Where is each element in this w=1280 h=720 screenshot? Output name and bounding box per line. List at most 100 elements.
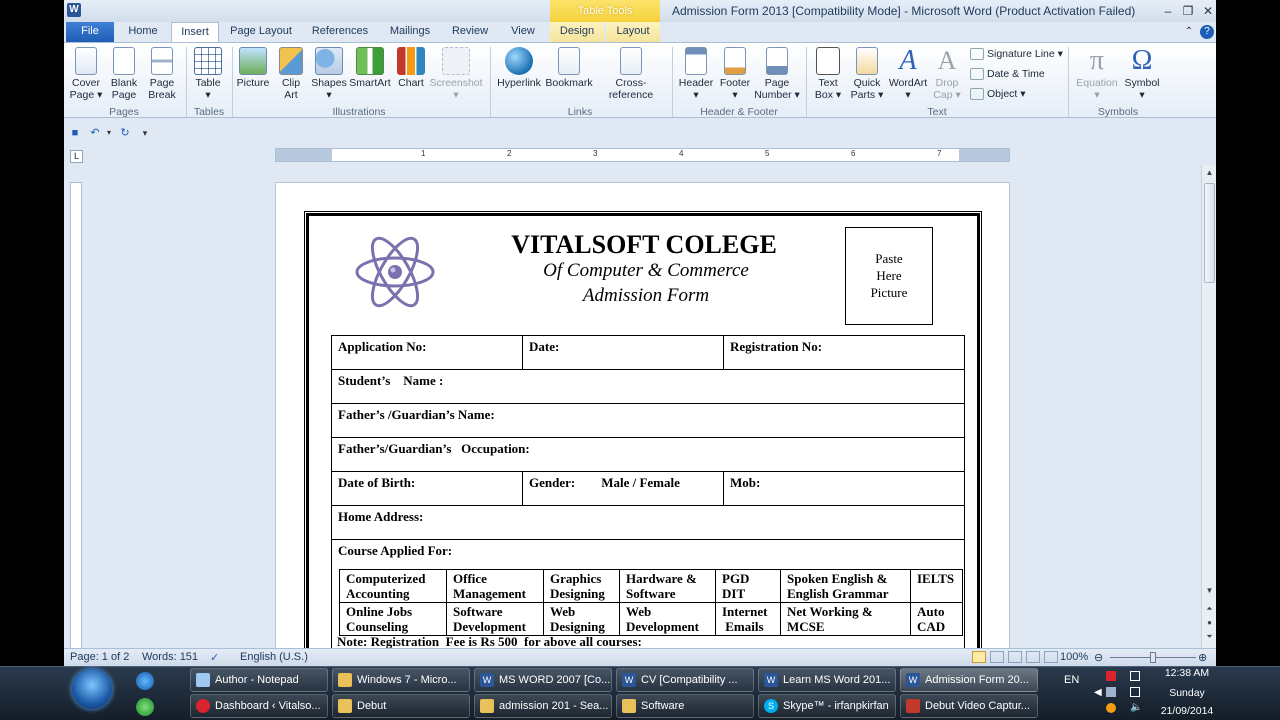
zoom-out-icon[interactable]: ⊖ — [1094, 651, 1103, 664]
dob-field[interactable]: Date of Birth: — [331, 471, 523, 506]
tab-insert[interactable]: Insert — [171, 22, 219, 42]
help-icon[interactable]: ? — [1200, 25, 1214, 39]
cover-page-button[interactable]: Cover Page ▾ — [68, 47, 104, 101]
ribbon-minimize-icon[interactable]: ⌃ — [1182, 25, 1196, 39]
document-page[interactable]: VITALSOFT COLEGE Of Computer & Commerce … — [275, 182, 1010, 662]
taskbar-item[interactable]: Software — [616, 694, 754, 718]
maximize-button[interactable]: ❐ — [1180, 4, 1196, 18]
page-break-button[interactable]: Page Break — [144, 47, 180, 101]
course-cell[interactable]: Online Jobs Counseling — [339, 602, 447, 636]
course-cell[interactable]: Computerized Accounting — [339, 569, 447, 603]
course-cell[interactable]: Web Development — [619, 602, 716, 636]
header-button[interactable]: Header ▾ — [676, 47, 716, 101]
object-button[interactable]: Object ▾ — [970, 88, 1026, 101]
print-layout-view-icon[interactable] — [972, 651, 986, 663]
gender-field[interactable]: Gender: Male / Female — [522, 471, 724, 506]
scroll-down-icon[interactable]: ▼ — [1204, 585, 1215, 597]
tab-layout[interactable]: Layout — [606, 22, 660, 42]
tray-app-icon[interactable] — [1106, 703, 1116, 713]
browse-object-icon[interactable]: ● — [1204, 617, 1215, 629]
tab-references[interactable]: References — [304, 22, 376, 42]
tab-file[interactable]: File — [66, 22, 114, 42]
scroll-up-icon[interactable]: ▲ — [1204, 167, 1215, 179]
tray-device-icon[interactable] — [1106, 687, 1116, 697]
volume-icon[interactable]: 🔈 — [1130, 702, 1142, 713]
shapes-button[interactable]: Shapes ▾ — [310, 47, 348, 101]
page-number-button[interactable]: Page Number ▾ — [754, 47, 800, 101]
application-no-field[interactable]: Application No: — [331, 335, 523, 370]
taskbar-item[interactable]: Dashboard ‹ Vitalso... — [190, 694, 328, 718]
course-cell[interactable]: Spoken English & English Grammar — [780, 569, 911, 603]
word-count[interactable]: Words: 151 — [142, 651, 198, 663]
zoom-slider-thumb[interactable] — [1150, 652, 1156, 663]
minimize-button[interactable]: – — [1160, 4, 1176, 18]
vertical-ruler[interactable] — [70, 182, 82, 650]
student-name-field[interactable]: Student’s Name : — [331, 369, 965, 404]
quick-parts-button[interactable]: Quick Parts ▾ — [848, 47, 886, 101]
redo-icon[interactable]: ↻ — [118, 126, 132, 140]
scroll-thumb[interactable] — [1204, 183, 1215, 283]
next-page-icon[interactable]: ⏷ — [1204, 631, 1215, 643]
network-icon[interactable] — [1130, 687, 1140, 697]
course-cell[interactable]: Web Designing — [543, 602, 620, 636]
undo-dropdown-icon[interactable]: ▾ — [102, 126, 116, 140]
drop-cap-button[interactable]: A Drop Cap ▾ — [930, 47, 964, 102]
internet-explorer-icon[interactable] — [136, 672, 154, 690]
course-cell[interactable]: PGD DIT — [715, 569, 781, 603]
home-address-field[interactable]: Home Address: — [331, 505, 965, 540]
mob-field[interactable]: Mob: — [723, 471, 965, 506]
tab-design[interactable]: Design — [550, 22, 604, 42]
taskbar-item[interactable]: Author - Notepad — [190, 668, 328, 692]
smartart-button[interactable]: SmartArt — [348, 47, 392, 89]
taskbar-item[interactable]: Debut — [332, 694, 470, 718]
proofing-icon[interactable]: ✓ — [210, 651, 219, 664]
taskbar-item[interactable]: admission 201 - Sea... — [474, 694, 612, 718]
taskbar-item[interactable]: W CV [Compatibility ... — [616, 668, 754, 692]
previous-page-icon[interactable]: ⏶ — [1204, 603, 1215, 615]
course-cell[interactable]: Graphics Designing — [543, 569, 620, 603]
bookmark-button[interactable]: Bookmark — [544, 47, 594, 89]
zoom-level[interactable]: 100% — [1060, 651, 1088, 663]
close-button[interactable]: ✕ — [1200, 4, 1216, 18]
web-layout-view-icon[interactable] — [1008, 651, 1022, 663]
course-cell[interactable]: Net Working & MCSE — [780, 602, 911, 636]
table-button[interactable]: Table ▾ — [190, 47, 226, 101]
tab-home[interactable]: Home — [118, 22, 168, 42]
taskbar-item[interactable]: S Skype™ - irfanpkirfan — [758, 694, 896, 718]
action-center-icon[interactable] — [1130, 671, 1140, 681]
chart-button[interactable]: Chart — [394, 47, 428, 89]
tab-review[interactable]: Review — [444, 22, 496, 42]
equation-button[interactable]: π Equation ▾ — [1072, 47, 1122, 102]
horizontal-ruler[interactable]: 1 2 3 4 5 6 7 — [275, 148, 1010, 162]
vertical-scrollbar[interactable]: ▲ ▼ ⏶ ● ⏷ — [1201, 165, 1216, 650]
tab-view[interactable]: View — [502, 22, 544, 42]
text-box-button[interactable]: Text Box ▾ — [810, 47, 846, 101]
course-cell[interactable]: IELTS — [910, 569, 963, 603]
hyperlink-button[interactable]: Hyperlink — [494, 47, 544, 89]
clip-art-button[interactable]: Clip Art — [274, 47, 308, 101]
date-time-button[interactable]: Date & Time — [970, 68, 1045, 81]
start-button[interactable] — [72, 669, 112, 709]
customize-qat-icon[interactable]: ▾ — [138, 126, 152, 140]
word-app-icon[interactable]: W — [67, 3, 81, 17]
tab-page-layout[interactable]: Page Layout — [224, 22, 298, 42]
undo-icon[interactable]: ↶ — [88, 126, 102, 140]
zoom-in-icon[interactable]: ⊕ — [1198, 651, 1207, 664]
course-cell[interactable]: Software Development — [446, 602, 544, 636]
tray-app-icon[interactable] — [1106, 671, 1116, 681]
language-indicator[interactable]: English (U.S.) — [240, 651, 308, 663]
clock-day[interactable]: Sunday — [1152, 687, 1222, 699]
clock-date[interactable]: 21/09/2014 — [1152, 705, 1222, 717]
taskbar-item[interactable]: W MS WORD 2007 [Co... — [474, 668, 612, 692]
taskbar-item[interactable]: W Learn MS Word 201... — [758, 668, 896, 692]
course-cell[interactable]: Auto CAD — [910, 602, 963, 636]
taskbar-item-active[interactable]: W Admission Form 20... — [900, 668, 1038, 692]
father-occupation-field[interactable]: Father’s/Guardian’s Occupation: — [331, 437, 965, 472]
date-field[interactable]: Date: — [522, 335, 724, 370]
full-screen-view-icon[interactable] — [990, 651, 1004, 663]
blank-page-button[interactable]: Blank Page — [106, 47, 142, 101]
signature-line-button[interactable]: Signature Line ▾ — [970, 48, 1063, 61]
symbol-button[interactable]: Ω Symbol ▾ — [1122, 47, 1162, 102]
footer-button[interactable]: Footer ▾ — [716, 47, 754, 101]
picture-button[interactable]: Picture — [234, 47, 272, 89]
